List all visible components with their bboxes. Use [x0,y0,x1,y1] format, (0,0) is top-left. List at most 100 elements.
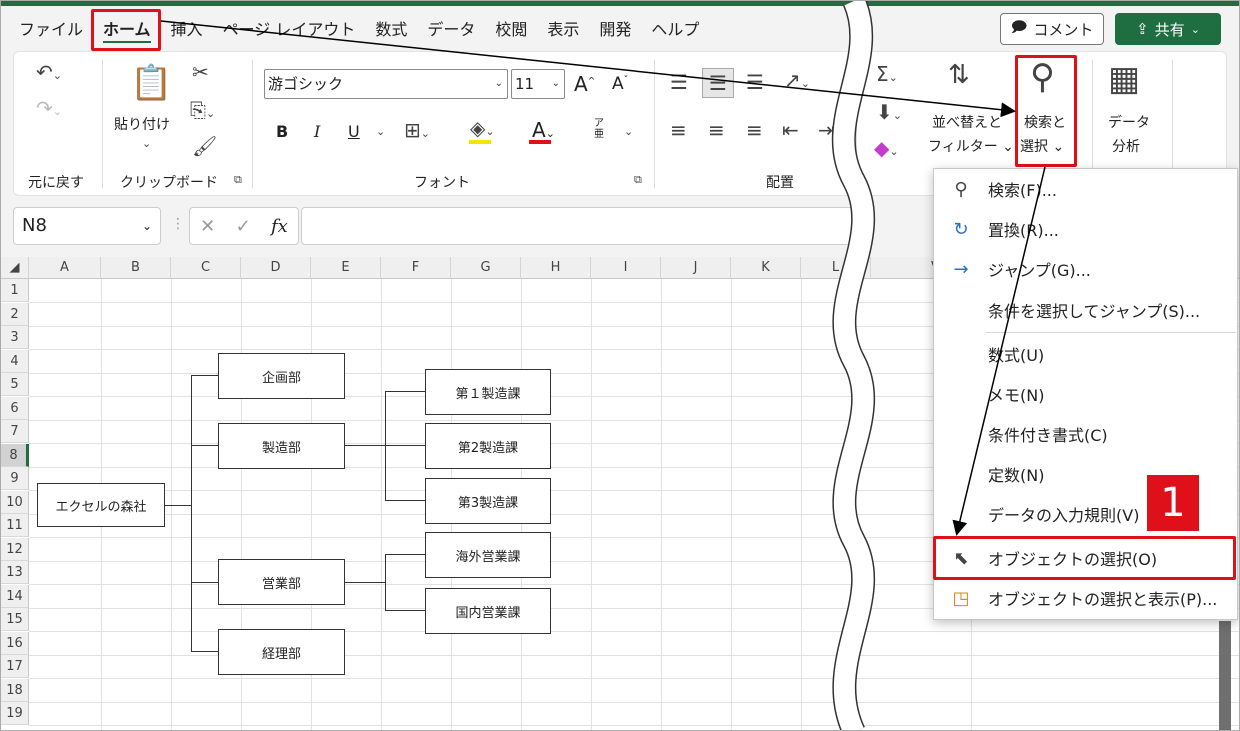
formula-input[interactable] [301,207,861,245]
border-icon[interactable]: ⊞⌄ [404,120,430,140]
chevron-down-icon[interactable]: ⌄ [624,126,633,137]
row-header[interactable]: 2 [1,302,29,326]
org-box-department[interactable]: 製造部 [218,423,345,469]
cut-icon[interactable]: ✂ [192,62,209,82]
comment-button[interactable]: 🗩 コメント [1000,13,1104,45]
column-header[interactable]: D [241,257,311,279]
row-header[interactable]: 7 [1,420,29,443]
menu-item-goto-special[interactable]: 条件を選択してジャンプ(S)... [934,293,1237,327]
paste-icon[interactable]: 📋 [130,66,172,100]
align-right-icon[interactable]: ≡ [746,120,763,140]
autosum-icon[interactable]: Σ⌄ [876,64,898,84]
sort-filter-icon[interactable]: ⇅ [948,62,970,88]
row-header[interactable]: 1 [1,279,29,302]
org-box-section[interactable]: 国内営業課 [425,588,551,634]
column-header[interactable]: F [381,257,451,279]
tab-view[interactable]: 表示 [537,15,589,45]
tab-file[interactable]: ファイル [9,15,93,45]
dialog-launcher-icon[interactable]: ⧉ [634,174,642,185]
row-header[interactable]: 14 [1,584,29,608]
menu-item-notes[interactable]: メモ(N) [934,377,1237,411]
paste-button[interactable]: 貼り付け [114,114,170,134]
column-header[interactable]: G [451,257,521,279]
increase-indent-icon[interactable]: ⇥ [818,120,835,140]
select-all-corner[interactable]: ◢ [1,257,29,279]
font-size-select[interactable]: 11 ⌄ [511,69,565,99]
decrease-indent-icon[interactable]: ⇤ [782,120,799,140]
org-box-root[interactable]: エクセルの森社 [37,483,165,527]
decrease-font-icon[interactable]: Aˇ [612,74,628,94]
tab-help[interactable]: ヘルプ [641,15,709,45]
cancel-icon[interactable]: ✕ [200,216,215,237]
underline-button[interactable]: U [348,122,360,141]
column-header[interactable]: E [311,257,381,279]
row-header[interactable]: 9 [1,467,29,490]
chevron-down-icon[interactable]: ⌄ [142,138,151,149]
column-header[interactable]: B [101,257,171,279]
row-header[interactable]: 13 [1,561,29,584]
org-box-section[interactable]: 第3製造課 [425,478,551,524]
orientation-icon[interactable]: ↗⌄ [784,70,810,90]
row-header[interactable]: 16 [1,631,29,655]
phonetic-guide-icon[interactable]: ア亜 [594,118,608,140]
increase-font-icon[interactable]: A^ [574,72,595,96]
row-header[interactable]: 18 [1,678,29,702]
column-header[interactable]: K [731,257,801,279]
enter-icon[interactable]: ✓ [236,216,251,237]
analyze-data-icon[interactable]: ▦ [1108,62,1140,96]
align-top-icon[interactable]: ☰ [670,72,688,92]
row-header[interactable]: 17 [1,655,29,678]
font-color-icon[interactable]: A⌄ [532,118,555,142]
row-header[interactable]: 8 [1,443,29,467]
tab-formulas[interactable]: 数式 [365,15,417,45]
menu-item-formulas[interactable]: 数式(U) [934,337,1237,371]
org-box-section[interactable]: 第１製造課 [425,369,551,415]
share-button[interactable]: ⇪ 共有 ⌄ [1115,13,1221,45]
tab-page-layout[interactable]: ページ レイアウト [213,15,366,45]
row-header[interactable]: 15 [1,608,29,631]
menu-item-find[interactable]: ⚲ 検索(F)... [934,172,1237,206]
insert-function-button[interactable]: fx [271,216,288,237]
italic-button[interactable]: I [314,122,320,141]
align-middle-icon[interactable]: ☰ [702,68,734,98]
org-box-department[interactable]: 経理部 [218,629,345,675]
menu-item-goto[interactable]: → ジャンプ(G)... [934,252,1237,286]
org-box-department[interactable]: 企画部 [218,353,345,399]
tab-insert[interactable]: 挿入 [161,15,213,45]
row-header[interactable]: 4 [1,349,29,373]
copy-icon[interactable]: ⎘⌄ [190,100,215,120]
tab-review[interactable]: 校閲 [485,15,537,45]
eraser-icon[interactable]: ◆⌄ [874,138,899,158]
fill-color-icon[interactable]: ◈⌄ [470,118,495,138]
dialog-launcher-icon[interactable]: ⧉ [234,174,242,185]
column-header[interactable]: A [29,257,101,279]
row-header[interactable]: 11 [1,514,29,537]
analyze-data-label-1[interactable]: データ [1108,112,1150,132]
fill-icon[interactable]: ⬇⌄ [876,102,902,122]
font-name-select[interactable]: 游ゴシック ⌄ [264,69,508,99]
align-left-icon[interactable]: ≡ [670,120,687,140]
undo-icon[interactable]: ↶⌄ [36,62,62,82]
menu-item-conditional-formatting[interactable]: 条件付き書式(C) [934,417,1237,451]
row-header[interactable]: 6 [1,396,29,420]
row-header[interactable]: 3 [1,326,29,349]
name-box[interactable]: N8 ⌄ [13,207,161,245]
analyze-data-label-2[interactable]: 分析 [1112,136,1140,156]
row-header[interactable]: 19 [1,702,29,725]
org-box-section[interactable]: 第2製造課 [425,423,551,469]
column-header[interactable]: I [591,257,661,279]
bold-button[interactable]: B [276,122,288,141]
align-bottom-icon[interactable]: ☰ [746,72,764,92]
column-header[interactable]: L [801,257,871,279]
row-header[interactable]: 5 [1,373,29,396]
column-header[interactable]: H [521,257,591,279]
column-header[interactable]: J [661,257,731,279]
column-header[interactable]: C [171,257,241,279]
redo-icon[interactable]: ↷⌄ [36,98,62,118]
format-painter-icon[interactable]: 🖌 [192,136,217,156]
tab-developer[interactable]: 開発 [589,15,641,45]
align-center-icon[interactable]: ≡ [708,120,725,140]
org-box-section[interactable]: 海外営業課 [425,532,551,578]
row-header[interactable]: 10 [1,490,29,514]
chevron-down-icon[interactable]: ⌄ [376,126,385,137]
